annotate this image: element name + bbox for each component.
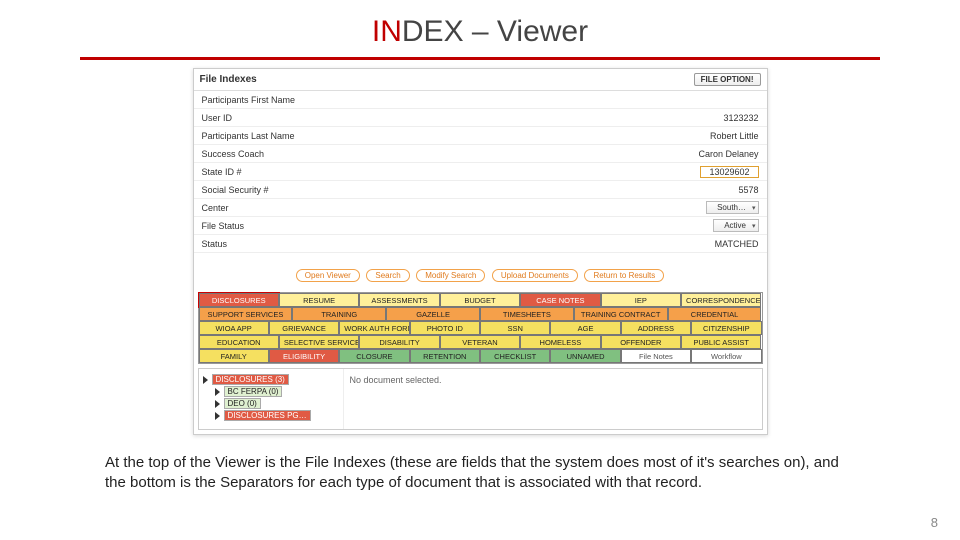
tab-support-services[interactable]: SUPPORT SERVICES xyxy=(199,307,293,321)
tab-budget[interactable]: BUDGET xyxy=(440,293,520,307)
tab-wioa-app[interactable]: WIOA APP xyxy=(199,321,269,335)
chevron-down-icon: ▾ xyxy=(752,204,756,212)
field-success-coach: Success Coach Caron Delaney xyxy=(194,145,767,163)
tab-timesheets[interactable]: TIMESHEETS xyxy=(480,307,574,321)
separator-tabs: DISCLOSURES RESUME ASSESSMENTS BUDGET CA… xyxy=(198,292,763,364)
tab-citizenship[interactable]: CITIZENSHIP xyxy=(691,321,761,335)
state-id-input[interactable]: 13029602 xyxy=(700,166,758,178)
center-select[interactable]: South…▾ xyxy=(706,201,758,214)
file-option-button[interactable]: FILE OPTION! xyxy=(694,73,761,86)
upload-docs-button[interactable]: Upload Documents xyxy=(492,269,578,282)
title-divider xyxy=(80,57,880,60)
tab-selective-service[interactable]: SELECTIVE SERVICE xyxy=(279,335,359,349)
tab-case-notes[interactable]: CASE NOTES xyxy=(520,293,600,307)
tab-offender[interactable]: OFFENDER xyxy=(601,335,681,349)
tree-node-ferpa[interactable]: BC FERPA (0) xyxy=(203,386,339,397)
tab-work-auth[interactable]: WORK AUTH FORM xyxy=(339,321,409,335)
tab-photo-id[interactable]: PHOTO ID xyxy=(410,321,480,335)
page-number: 8 xyxy=(931,515,938,530)
return-results-button[interactable]: Return to Results xyxy=(584,269,664,282)
field-user-id: User ID 3123232 xyxy=(194,109,767,127)
field-status: Status MATCHED xyxy=(194,235,767,253)
field-last-name: Participants Last Name Robert Little xyxy=(194,127,767,145)
file-status-select[interactable]: Active▾ xyxy=(713,219,758,232)
triangle-icon xyxy=(203,376,208,384)
tab-closure[interactable]: CLOSURE xyxy=(339,349,409,363)
tab-correspondence[interactable]: CORRESPONDENCE xyxy=(681,293,761,307)
viewer-screenshot: File Indexes FILE OPTION! Participants F… xyxy=(193,68,768,435)
tab-homeless[interactable]: HOMELESS xyxy=(520,335,600,349)
tab-iep[interactable]: IEP xyxy=(601,293,681,307)
search-button[interactable]: Search xyxy=(366,269,409,282)
triangle-icon xyxy=(215,412,220,420)
tab-address[interactable]: ADDRESS xyxy=(621,321,691,335)
tab-education[interactable]: EDUCATION xyxy=(199,335,279,349)
action-buttons: Open Viewer Search Modify Search Upload … xyxy=(194,259,767,290)
tab-ssn[interactable]: SSN xyxy=(480,321,550,335)
tree-node-disclosures-pg[interactable]: DISCLOSURES PG… xyxy=(203,410,339,421)
tree-node-deo[interactable]: DEO (0) xyxy=(203,398,339,409)
tree-node-disclosures[interactable]: DISCLOSURES (3) xyxy=(203,374,339,385)
field-first-name: Participants First Name xyxy=(194,91,767,109)
index-fields: Participants First Name User ID 3123232 … xyxy=(194,91,767,259)
triangle-icon xyxy=(215,388,220,396)
tab-training[interactable]: TRAINING xyxy=(292,307,386,321)
modify-search-button[interactable]: Modify Search xyxy=(416,269,485,282)
field-file-status: File Status Active▾ xyxy=(194,217,767,235)
tab-checklist[interactable]: CHECKLIST xyxy=(480,349,550,363)
document-tree: DISCLOSURES (3) BC FERPA (0) DEO (0) DIS… xyxy=(198,368,763,430)
field-ssn: Social Security # 5578 xyxy=(194,181,767,199)
field-center: Center South…▾ xyxy=(194,199,767,217)
document-preview: No document selected. xyxy=(344,369,762,429)
tab-resume[interactable]: RESUME xyxy=(279,293,359,307)
empty-state-text: No document selected. xyxy=(350,375,442,385)
panel-title: File Indexes xyxy=(200,74,257,85)
triangle-icon xyxy=(215,400,220,408)
tab-training-contract[interactable]: TRAINING CONTRACT xyxy=(574,307,668,321)
tab-retention[interactable]: RETENTION xyxy=(410,349,480,363)
tab-family[interactable]: FAMILY xyxy=(199,349,269,363)
panel-header: File Indexes FILE OPTION! xyxy=(194,69,767,91)
tree-nav: DISCLOSURES (3) BC FERPA (0) DEO (0) DIS… xyxy=(199,369,344,429)
tab-age[interactable]: AGE xyxy=(550,321,620,335)
tab-veteran[interactable]: VETERAN xyxy=(440,335,520,349)
tab-file-notes[interactable]: File Notes xyxy=(621,349,691,363)
tab-grievance[interactable]: GRIEVANCE xyxy=(269,321,339,335)
tab-unnamed[interactable]: UNNAMED xyxy=(550,349,620,363)
tab-eligibility[interactable]: ELIGIBILITY xyxy=(269,349,339,363)
tab-public-assist[interactable]: PUBLIC ASSIST xyxy=(681,335,761,349)
tab-disability[interactable]: DISABILITY xyxy=(359,335,439,349)
file-indexes-panel: File Indexes FILE OPTION! Participants F… xyxy=(194,69,767,259)
page-title: INDEX – Viewer xyxy=(50,15,910,49)
slide-caption: At the top of the Viewer is the File Ind… xyxy=(105,453,855,494)
tab-disclosures[interactable]: DISCLOSURES xyxy=(199,293,279,307)
open-viewer-button[interactable]: Open Viewer xyxy=(296,269,360,282)
tab-credential[interactable]: CREDENTIAL xyxy=(668,307,762,321)
field-state-id: State ID # 13029602 xyxy=(194,163,767,181)
tab-workflow[interactable]: Workflow xyxy=(691,349,761,363)
tab-assessments[interactable]: ASSESSMENTS xyxy=(359,293,439,307)
chevron-down-icon: ▾ xyxy=(752,222,756,230)
tab-gazelle[interactable]: GAZELLE xyxy=(386,307,480,321)
